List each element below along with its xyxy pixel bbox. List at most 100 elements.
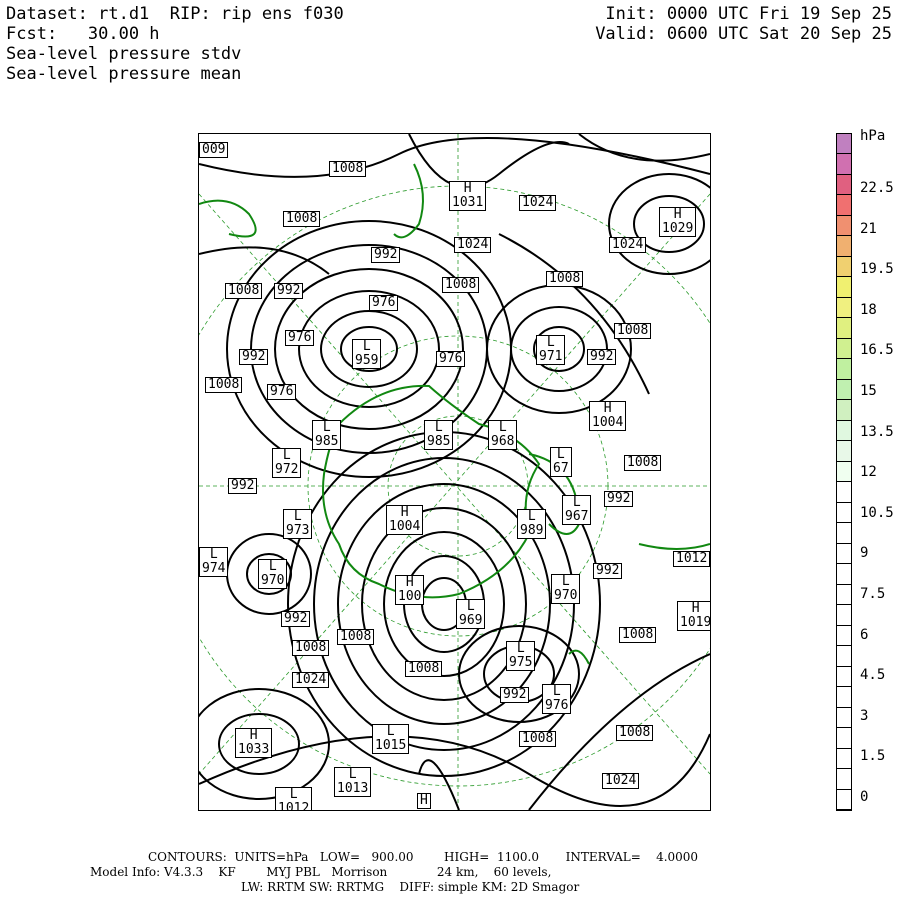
colorbar-segment xyxy=(837,318,851,339)
colorbar-segment xyxy=(837,420,851,442)
map-label: L 971 xyxy=(536,335,566,365)
map-label: L 970 xyxy=(551,574,581,604)
colorbar-segment xyxy=(837,195,851,216)
map-label: 1008 xyxy=(624,455,662,471)
map-label: 009 xyxy=(199,142,229,158)
colorbar-segment xyxy=(837,236,851,257)
map-label: 1024 xyxy=(292,672,330,688)
colorbar-segment xyxy=(837,297,851,319)
map-label: H xyxy=(417,793,431,809)
colorbar-tick-label: 9 xyxy=(860,545,869,562)
map-label: 992 xyxy=(228,478,258,494)
colorbar-tick-label: 18 xyxy=(860,301,877,318)
map-label: L 985 xyxy=(424,420,454,450)
colorbar-segment xyxy=(837,646,851,667)
init-line: Init: 0000 UTC Fri 19 Sep 25 xyxy=(605,4,892,24)
colorbar-segment xyxy=(837,502,851,524)
map-label: H 1019 xyxy=(677,601,710,631)
map-label: 992 xyxy=(604,491,634,507)
map-label: 1024 xyxy=(519,195,557,211)
map-label: L 969 xyxy=(456,599,486,629)
colorbar-tick-label: 6 xyxy=(860,626,869,643)
colorbar-segment xyxy=(837,605,851,626)
map-label: L 967 xyxy=(562,495,592,525)
colorbar-segment xyxy=(837,625,851,647)
colorbar-segment xyxy=(837,379,851,401)
map-label: 992 xyxy=(281,611,311,627)
map-label: H 1004 xyxy=(386,505,424,535)
footer-physics-line: LW: RRTM SW: RRTMG DIFF: simple KM: 2D S… xyxy=(241,880,580,894)
colorbar-segment xyxy=(837,215,851,237)
header-left: Dataset: rt.d1 RIP: rip ens f030 Fcst: 3… xyxy=(6,4,344,84)
footer-model-line: Model Info: V4.3.3 KF MYJ PBL Morrison 2… xyxy=(90,865,552,879)
colorbar-tick-label: 21 xyxy=(860,220,877,237)
map-label: 1008 xyxy=(283,211,321,227)
map-label: 1012 xyxy=(673,551,710,567)
colorbar-tick-label: 3 xyxy=(860,707,869,724)
map-label: L 1012 xyxy=(275,787,313,810)
map-label: 1008 xyxy=(205,377,243,393)
colorbar-segment xyxy=(837,728,851,749)
map-label: L 972 xyxy=(272,448,302,478)
map-label: L 985 xyxy=(312,420,342,450)
map-label: 976 xyxy=(285,330,315,346)
colorbar-segment xyxy=(837,687,851,708)
colorbar-tick-label: 1.5 xyxy=(860,748,886,765)
map-label: 1008 xyxy=(405,661,443,677)
colorbar-segment xyxy=(837,134,851,155)
map-label: L 1013 xyxy=(334,767,372,797)
fcst-line: Fcst: 30.00 h xyxy=(6,24,160,44)
map-label: 1024 xyxy=(454,237,492,253)
colorbar-segment xyxy=(837,707,851,729)
colorbar-tick-label: 4.5 xyxy=(860,667,886,684)
map-label: 1008 xyxy=(616,725,654,741)
map-label: 992 xyxy=(500,687,530,703)
header-right: Init: 0000 UTC Fri 19 Sep 25 Valid: 0600… xyxy=(595,4,892,44)
colorbar-tick-label: 16.5 xyxy=(860,342,894,359)
colorbar-tick-label: 0 xyxy=(860,789,869,805)
map-label: L 974 xyxy=(199,547,229,577)
colorbar-segment xyxy=(837,441,851,462)
footer-contours-line: CONTOURS: UNITS=hPa LOW= 900.00 HIGH= 11… xyxy=(148,850,699,864)
map-label: 992 xyxy=(587,349,617,365)
map-label: L 968 xyxy=(488,420,518,450)
colorbar-segment xyxy=(837,256,851,278)
valid-line: Valid: 0600 UTC Sat 20 Sep 25 xyxy=(595,24,892,44)
map-label: L 67 xyxy=(550,447,572,477)
colorbar-segment xyxy=(837,543,851,565)
colorbar-segment xyxy=(837,174,851,196)
map-label: 992 xyxy=(239,349,269,365)
map-label: 1008 xyxy=(337,629,375,645)
map-label: 1024 xyxy=(609,237,647,253)
map-label: 1008 xyxy=(225,283,263,299)
map-label: 1008 xyxy=(329,161,367,177)
map-label: H 100 xyxy=(395,575,425,605)
map-label: 1008 xyxy=(619,627,657,643)
colorbar-tick-label: 19.5 xyxy=(860,261,894,278)
map-label: L 973 xyxy=(283,509,313,539)
map-label: H 1031 xyxy=(449,181,487,211)
field-stdv-title: Sea-level pressure stdv xyxy=(6,44,242,64)
colorbar-tick-label: 7.5 xyxy=(860,586,886,602)
colorbar-segment xyxy=(837,277,851,298)
map-label: 976 xyxy=(369,295,399,311)
map-label: 992 xyxy=(593,563,623,579)
colorbar-tick-label: 22.5 xyxy=(860,180,894,196)
map-label: 1008 xyxy=(546,271,584,287)
dataset-line: Dataset: rt.d1 RIP: rip ens f030 xyxy=(6,4,344,24)
colorbar-segment xyxy=(837,461,851,483)
map-label: H 1033 xyxy=(235,728,273,758)
colorbar-segment xyxy=(837,789,851,810)
colorbar-segment xyxy=(837,666,851,688)
map-panel: 009 1008 H 1031 1024 H 1029 1008 992 102… xyxy=(198,133,711,811)
colorbar-segment xyxy=(837,748,851,770)
map-label: 992 xyxy=(274,283,304,299)
map-label: 1008 xyxy=(442,277,480,293)
map-label: 1008 xyxy=(519,731,557,747)
map-label: 992 xyxy=(371,247,401,263)
map-label: 1008 xyxy=(614,323,652,339)
colorbar-tick-label: 13.5 xyxy=(860,423,894,440)
map-label: H 1029 xyxy=(659,207,697,237)
colorbar-segment xyxy=(837,564,851,585)
colorbar-segment xyxy=(837,338,851,360)
